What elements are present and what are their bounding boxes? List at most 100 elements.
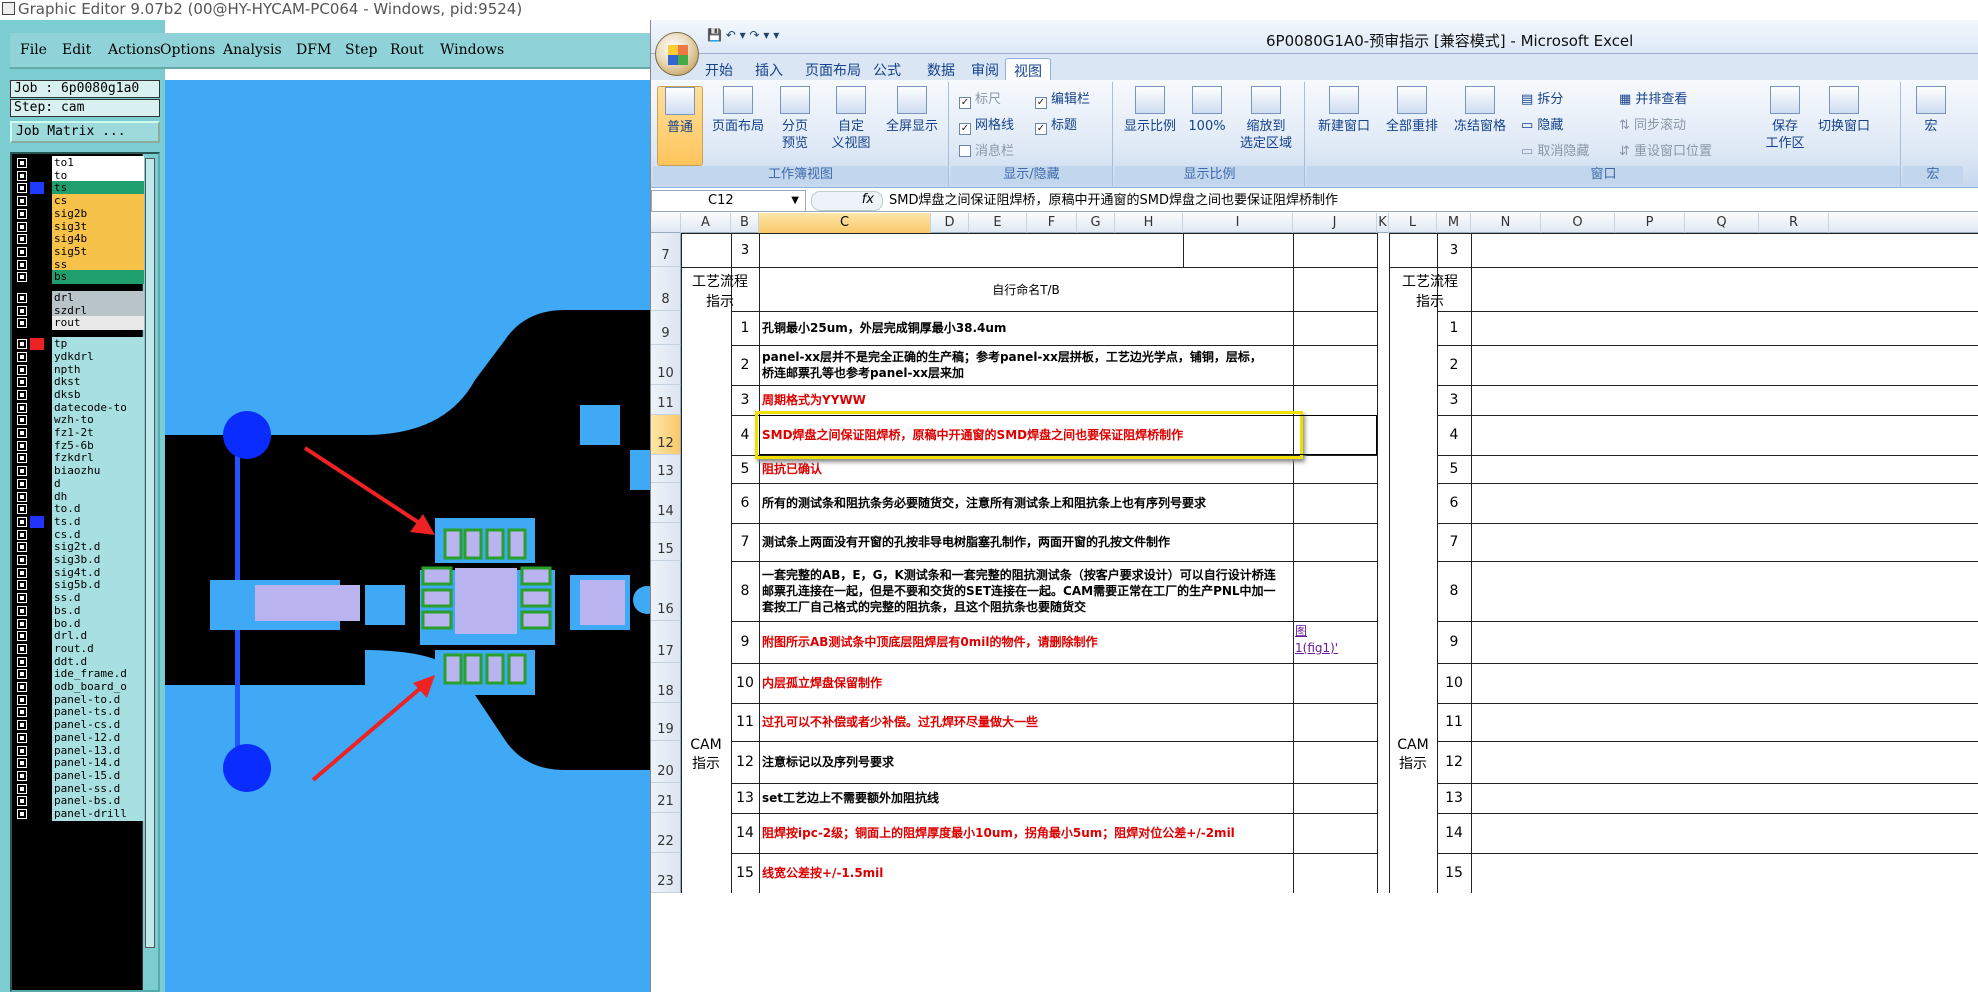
column-header-p[interactable]: P	[1615, 213, 1685, 233]
layer-name[interactable]: bs	[52, 270, 144, 285]
row-header-8[interactable]: 8	[651, 267, 681, 311]
layer-checkbox[interactable]	[17, 364, 27, 375]
layer-checkbox[interactable]	[17, 466, 27, 477]
item-number[interactable]: 7	[731, 534, 759, 550]
dropdown-icon[interactable]: ▼	[791, 191, 799, 211]
row-header-18[interactable]: 18	[651, 663, 681, 703]
row-header-7[interactable]: 7	[651, 233, 681, 267]
layer-checkbox[interactable]	[17, 682, 27, 692]
cam-label-right[interactable]: CAM 指示	[1389, 737, 1437, 773]
column-header-a[interactable]: A	[681, 213, 731, 233]
menu-analysis[interactable]: Analysis	[223, 42, 282, 58]
layer-checkbox[interactable]	[17, 796, 27, 807]
row-header-15[interactable]: 15	[651, 523, 681, 561]
custom-views-button[interactable]: 自定 义视图	[829, 86, 873, 152]
row-header-14[interactable]: 14	[651, 483, 681, 523]
column-header-o[interactable]: O	[1541, 213, 1615, 233]
item-number[interactable]: 5	[731, 461, 759, 477]
tab-6[interactable]: 视图	[1005, 58, 1051, 80]
ruler-checkbox[interactable]: ✓ 标尺	[959, 88, 1001, 109]
item-text[interactable]: 所有的测试条和阻抗条务必要随货交，注意所有测试条上和阻抗条上也有序列号要求	[762, 495, 1290, 511]
layer-checkbox[interactable]	[17, 246, 27, 257]
layer-checkbox[interactable]	[17, 377, 27, 388]
fullscreen-button[interactable]: 全屏显示	[879, 86, 945, 135]
section-header-right[interactable]: 工艺流程 指示	[1389, 271, 1471, 311]
column-header-r[interactable]: R	[1759, 213, 1829, 233]
scroll-thumb[interactable]	[145, 158, 155, 948]
item-number[interactable]: 15	[731, 865, 759, 881]
layer-checkbox[interactable]	[17, 809, 27, 819]
zoom-selection-button[interactable]: 缩放到 选定区域	[1233, 86, 1299, 152]
layer-checkbox[interactable]	[17, 491, 27, 502]
item-number-right[interactable]: 11	[1437, 714, 1471, 730]
item-number[interactable]: 1	[731, 320, 759, 336]
message-bar-checkbox[interactable]: 消息栏	[959, 140, 1014, 159]
column-header-l[interactable]: L	[1389, 213, 1437, 233]
layer-checkbox[interactable]	[17, 478, 27, 489]
layer-row[interactable]: rout	[14, 316, 144, 331]
column-header-e[interactable]: E	[969, 213, 1027, 233]
column-header-i[interactable]: I	[1183, 213, 1293, 233]
customize-qat-icon[interactable]: ▾	[773, 28, 779, 42]
item-number-right[interactable]: 6	[1437, 495, 1471, 511]
column-header-d[interactable]: D	[931, 213, 969, 233]
item-text[interactable]: panel-xx层并不是完全正确的生产稿；参考panel-xx层拼板，工艺边光学…	[762, 349, 1290, 381]
item-number[interactable]: 11	[731, 714, 759, 730]
item-number-right[interactable]: 9	[1437, 634, 1471, 650]
item-text[interactable]: 注意标记以及序列号要求	[762, 754, 1290, 770]
normal-view-button[interactable]: 普通	[657, 86, 703, 166]
menu-actions[interactable]: Actions	[108, 42, 161, 58]
item-number[interactable]: 2	[731, 357, 759, 373]
item-text[interactable]: 阻抗已确认	[762, 461, 1290, 477]
item-number-right[interactable]: 8	[1437, 583, 1471, 599]
layer-checkbox[interactable]	[17, 643, 27, 654]
item-text[interactable]: set工艺边上不需要额外加阻抗线	[762, 790, 1290, 806]
split-button[interactable]: ▤ 拆分	[1521, 88, 1563, 107]
item-number-right[interactable]: 7	[1437, 534, 1471, 550]
menu-windows[interactable]: Windows	[440, 42, 504, 58]
layer-checkbox[interactable]	[17, 567, 27, 578]
layer-name[interactable]: rout	[52, 316, 144, 331]
row-header-19[interactable]: 19	[651, 703, 681, 741]
layer-checkbox[interactable]	[17, 758, 27, 769]
layer-checkbox[interactable]	[17, 555, 27, 565]
layer-checkbox[interactable]	[17, 402, 27, 413]
arrange-all-button[interactable]: 全部重排	[1379, 86, 1445, 135]
gridlines-checkbox[interactable]: ✓ 网格线	[959, 114, 1014, 135]
layer-checkbox[interactable]	[17, 272, 27, 283]
layer-checkbox[interactable]	[17, 293, 27, 303]
cam-graphic-canvas[interactable]	[165, 80, 650, 992]
item-text[interactable]: 线宽公差按+/-1.5mil	[762, 865, 1290, 881]
layer-checkbox[interactable]	[17, 158, 27, 168]
side-by-side-button[interactable]: ▦ 并排查看	[1619, 88, 1687, 107]
layer-checkbox[interactable]	[17, 605, 27, 616]
headings-checkbox[interactable]: ✓ 标题	[1035, 114, 1077, 135]
zoom-100-button[interactable]: 100%	[1185, 86, 1229, 135]
select-all-corner[interactable]	[651, 213, 681, 233]
cam-label-left[interactable]: CAM 指示	[681, 737, 731, 773]
macros-button[interactable]: 宏	[1909, 86, 1953, 135]
layer-checkbox[interactable]	[17, 234, 27, 245]
item-number[interactable]: 6	[731, 495, 759, 511]
column-header-k[interactable]: K	[1377, 213, 1389, 233]
layer-checkbox[interactable]	[17, 183, 27, 194]
layer-name[interactable]: panel-drill	[52, 807, 144, 821]
layer-checkbox[interactable]	[17, 339, 27, 350]
item-number-right[interactable]: 14	[1437, 825, 1471, 841]
row-header-23[interactable]: 23	[651, 853, 681, 893]
layer-checkbox[interactable]	[17, 351, 27, 362]
layer-checkbox[interactable]	[17, 745, 27, 756]
item-number-right[interactable]: 4	[1437, 427, 1471, 443]
menu-edit[interactable]: Edit	[62, 42, 91, 58]
page-break-button[interactable]: 分页 预览	[773, 86, 817, 152]
row-header-10[interactable]: 10	[651, 345, 681, 385]
item-text[interactable]: 附图所示AB测试条中顶底层阻焊层有0mil的物件，请删除制作	[762, 634, 1290, 650]
name-box[interactable]: C12 ▼	[651, 190, 806, 212]
tab-4[interactable]: 数据	[919, 58, 963, 80]
layer-row[interactable]: bs	[14, 270, 144, 285]
item-text[interactable]: 测试条上两面没有开窗的孔按非导电树脂塞孔制作，两面开窗的孔按文件制作	[762, 534, 1290, 550]
tab-1[interactable]: 插入	[747, 58, 791, 80]
layer-checkbox[interactable]	[17, 631, 27, 642]
sync-scroll-button[interactable]: ⇅ 同步滚动	[1619, 114, 1686, 133]
tab-2[interactable]: 页面布局	[797, 58, 869, 80]
